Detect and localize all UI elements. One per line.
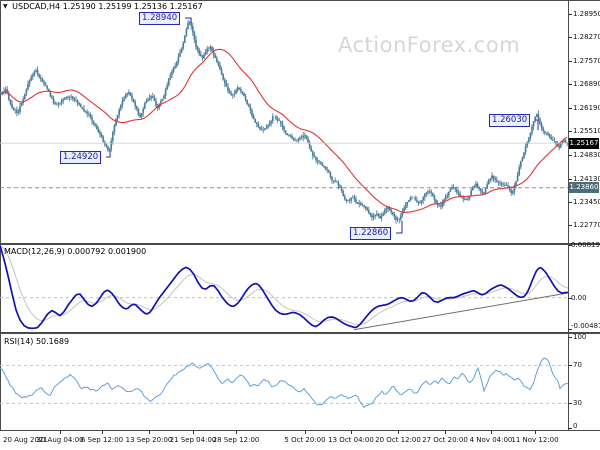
price-axis-tickmark	[568, 37, 572, 39]
price-axis-tick: 1.23450	[573, 197, 600, 206]
time-axis-tickmark	[535, 431, 536, 434]
price-axis-tick: 1.26890	[573, 80, 600, 89]
price-axis-tickmark	[568, 201, 572, 203]
time-axis-label: 6 Sep 12:00	[80, 436, 124, 444]
rsi-axis-tickmark	[568, 336, 572, 338]
time-axis-label: 13 Oct 04:00	[328, 436, 374, 444]
time-axis-tickmark	[445, 431, 446, 434]
swing-label: 1.26030	[489, 114, 531, 127]
macd-axis-tickmark	[568, 328, 572, 330]
time-axis-tickmark	[398, 431, 399, 434]
quote-open: 1.25190	[62, 2, 96, 11]
macd-axis-tick: 0.00	[571, 293, 587, 302]
symbol-header: ▼ USDCAD,H4 1.25190 1.25199 1.25136 1.25…	[3, 2, 203, 11]
time-axis-tickmark	[102, 431, 103, 434]
time-axis-label: 5 Oct 20:00	[284, 436, 326, 444]
swing-label: 1.22860	[350, 227, 392, 240]
price-axis-tick: 1.28270	[573, 33, 600, 42]
time-axis-tickmark	[305, 431, 306, 434]
time-axis-tickmark	[351, 431, 352, 434]
price-axis-tickmark	[568, 108, 572, 110]
price-axis-border	[568, 0, 569, 431]
rsi-axis-tickmark	[568, 365, 572, 367]
rsi-axis-tick: 30	[573, 399, 582, 408]
time-axis-label: 20 Oct 12:00	[375, 436, 421, 444]
price-axis-tick: 1.22770	[573, 220, 600, 229]
time-axis-tickmark	[149, 431, 150, 434]
quote-high: 1.25199	[98, 2, 132, 11]
macd-indicator-label: MACD(12,26,9) 0.000792 0.001900	[4, 247, 147, 256]
symbol-name: USDCAD,H4	[12, 2, 61, 11]
price-axis-tickmark	[568, 154, 572, 156]
price-axis-tickmark	[568, 224, 572, 226]
macd-axis-tickmark	[568, 297, 572, 299]
price-axis-tickmark	[568, 131, 572, 133]
rsi-axis-tick: 70	[573, 361, 582, 370]
swing-label: 1.28940	[139, 12, 181, 25]
quote-close: 1.25167	[169, 2, 203, 11]
rsi-indicator-label: RSI(14) 50.1689	[4, 337, 70, 346]
price-axis-tick: 1.26190	[573, 104, 600, 113]
quote-low: 1.25136	[133, 2, 168, 11]
level-price-box: 1.23860	[569, 182, 599, 194]
price-pane-canvas[interactable]	[0, 0, 569, 243]
time-axis-tickmark	[193, 431, 194, 434]
macd-axis-tick: -0.004876	[571, 322, 600, 330]
time-axis-label: 21 Sep 04:00	[169, 436, 217, 444]
time-axis-tickmark	[60, 431, 61, 434]
swing-label: 1.24920	[60, 151, 102, 164]
price-axis-tick: 1.27570	[573, 57, 600, 66]
price-axis-tick: 1.25510	[573, 127, 600, 136]
collapse-icon[interactable]: ▼	[3, 3, 8, 10]
time-axis-tickmark	[491, 431, 492, 434]
price-axis-tickmark	[568, 84, 572, 86]
price-axis-tickmark	[568, 178, 572, 180]
macd-axis-tick: 0.008191	[571, 241, 600, 249]
rsi-pane-canvas[interactable]	[0, 334, 569, 430]
price-axis-tick: 1.28950	[573, 10, 600, 19]
rsi-axis-tickmark	[568, 428, 572, 429]
rsi-axis-tickmark	[568, 403, 572, 405]
time-axis-label: 30 Aug 04:00	[36, 436, 84, 444]
time-axis-label: 27 Oct 20:00	[422, 436, 468, 444]
price-axis-tickmark	[568, 14, 572, 16]
time-axis-label: 11 Nov 12:00	[511, 436, 559, 444]
macd-pane-canvas[interactable]	[0, 245, 569, 332]
macd-axis-tickmark	[568, 245, 572, 246]
time-axis-label: 13 Sep 20:00	[125, 436, 173, 444]
price-axis-tickmark	[568, 61, 572, 63]
current-price-box: 1.25167	[569, 137, 599, 149]
price-axis-tick: 1.24830	[573, 150, 600, 159]
time-axis-border	[0, 430, 600, 431]
trading-chart-window: ActionForex.com ▼ USDCAD,H4 1.25190 1.25…	[0, 0, 600, 450]
rsi-axis-tick: 100	[573, 332, 587, 341]
time-axis-label: 4 Nov 04:00	[469, 436, 513, 444]
time-axis-label: 28 Sep 12:00	[212, 436, 260, 444]
rsi-axis-tick: 0	[573, 422, 578, 430]
time-axis-tickmark	[236, 431, 237, 434]
